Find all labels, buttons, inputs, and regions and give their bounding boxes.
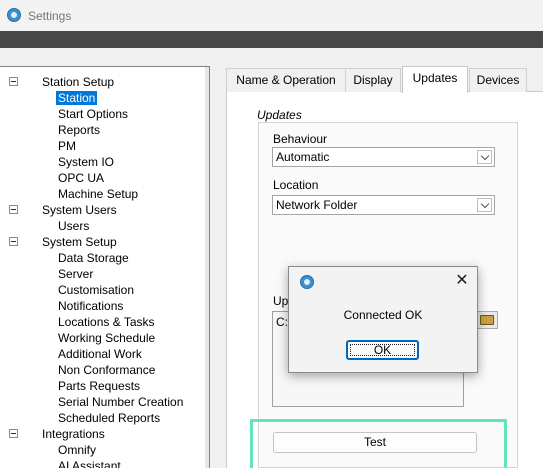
tree-item-label: Station (56, 91, 98, 105)
tree-item-label: System Setup (42, 235, 117, 249)
tree-item-label: Reports (58, 123, 101, 137)
tree-item[interactable]: Customisation (56, 282, 136, 298)
tree-item[interactable]: Data Storage (56, 250, 131, 266)
tree-item-label: Customisation (58, 283, 135, 297)
tree-item-label: System Users (42, 203, 117, 217)
tree-item[interactable]: Working Schedule (56, 330, 157, 346)
behaviour-label: Behaviour (273, 132, 328, 146)
chevron-down-icon[interactable] (477, 198, 492, 212)
tree-item[interactable]: Parts Requests (56, 378, 142, 394)
tree-item[interactable]: PM (56, 138, 78, 154)
tree-item[interactable]: Notifications (56, 298, 125, 314)
window-title: Settings (28, 9, 72, 23)
tree-item-label: Notifications (58, 299, 124, 313)
tab-updates[interactable]: Updates (402, 66, 468, 93)
tree-item-label: Machine Setup (58, 187, 139, 201)
tree-item-label: Data Storage (58, 251, 129, 265)
tree-item[interactable]: Machine Setup (56, 186, 140, 202)
message-dialog: ✕ Connected OK OK (288, 266, 478, 373)
tab-name-operation[interactable]: Name & Operation (226, 68, 346, 92)
toolbar-strip (0, 31, 543, 48)
tree-scrollbar[interactable] (205, 67, 209, 468)
tree-item-label: Omnify (58, 443, 97, 457)
title-bar: Settings (0, 0, 543, 31)
tree-item-label: Scheduled Reports (58, 411, 161, 425)
tree-item-label: Users (58, 219, 90, 233)
tree-item[interactable]: Station Setup (40, 74, 116, 90)
dialog-message: Connected OK (343, 308, 423, 322)
tree-item[interactable]: System Setup (40, 234, 119, 250)
collapse-icon[interactable] (9, 205, 18, 214)
tree-item[interactable]: System IO (56, 154, 116, 170)
tree-item-label: PM (58, 139, 76, 153)
tree-item[interactable]: Integrations (40, 426, 107, 442)
tree-item-label: Station Setup (42, 75, 115, 89)
tree-item[interactable]: AI Assistant (56, 458, 123, 468)
tree-item-label: Non Conformance (58, 363, 156, 377)
location-select[interactable]: Network Folder (272, 195, 495, 215)
tree-item[interactable]: Non Conformance (56, 362, 157, 378)
behaviour-select[interactable]: Automatic (272, 147, 495, 167)
close-icon[interactable]: ✕ (449, 269, 475, 293)
tree-item[interactable]: Station (56, 90, 98, 106)
tree-item[interactable]: System Users (40, 202, 119, 218)
location-label: Location (273, 178, 319, 192)
tree-item[interactable]: OPC UA (56, 170, 106, 186)
tab-display[interactable]: Display (345, 68, 401, 92)
folder-icon (480, 315, 494, 325)
chevron-down-icon[interactable] (477, 150, 492, 164)
ok-button[interactable]: OK (346, 340, 419, 360)
tree-item-label: Working Schedule (58, 331, 156, 345)
tree-item[interactable]: Scheduled Reports (56, 410, 162, 426)
settings-tree[interactable]: Station Setup Station Start Options Reports… (0, 66, 210, 468)
tree-item[interactable]: Users (56, 218, 91, 234)
tree-item[interactable]: Additional Work (56, 346, 144, 362)
update-path-value: C: (276, 315, 288, 329)
tab-devices[interactable]: Devices (469, 68, 527, 92)
tree-item-label: Start Options (58, 107, 129, 121)
collapse-icon[interactable] (9, 77, 18, 86)
tree-item[interactable]: Omnify (56, 442, 98, 458)
app-icon (300, 275, 314, 289)
tree-item[interactable]: Reports (56, 122, 102, 138)
focus-rectangle (350, 344, 415, 356)
app-icon (7, 8, 21, 22)
tree-item-label: Locations & Tasks (58, 315, 155, 329)
behaviour-value: Automatic (276, 150, 330, 164)
updates-group-title: Updates (257, 108, 302, 122)
tree-item-label: Parts Requests (58, 379, 141, 393)
tree-item[interactable]: Start Options (56, 106, 130, 122)
tree-item-label: OPC UA (58, 171, 105, 185)
update-path-label: Up (273, 294, 289, 308)
tree-item[interactable]: Serial Number Creation (56, 394, 185, 410)
test-button[interactable]: Test (273, 432, 477, 453)
tree-item-label: Integrations (42, 427, 105, 441)
tree-item-label: AI Assistant (58, 459, 121, 468)
tree-item-label: System IO (58, 155, 115, 169)
tree-item-label: Server (58, 267, 94, 281)
tree-item[interactable]: Server (56, 266, 95, 282)
tree-item-label: Serial Number Creation (58, 395, 184, 409)
collapse-icon[interactable] (9, 237, 18, 246)
tree-item[interactable]: Locations & Tasks (56, 314, 157, 330)
collapse-icon[interactable] (9, 429, 18, 438)
tree-item-label: Additional Work (58, 347, 142, 361)
location-value: Network Folder (276, 198, 358, 212)
